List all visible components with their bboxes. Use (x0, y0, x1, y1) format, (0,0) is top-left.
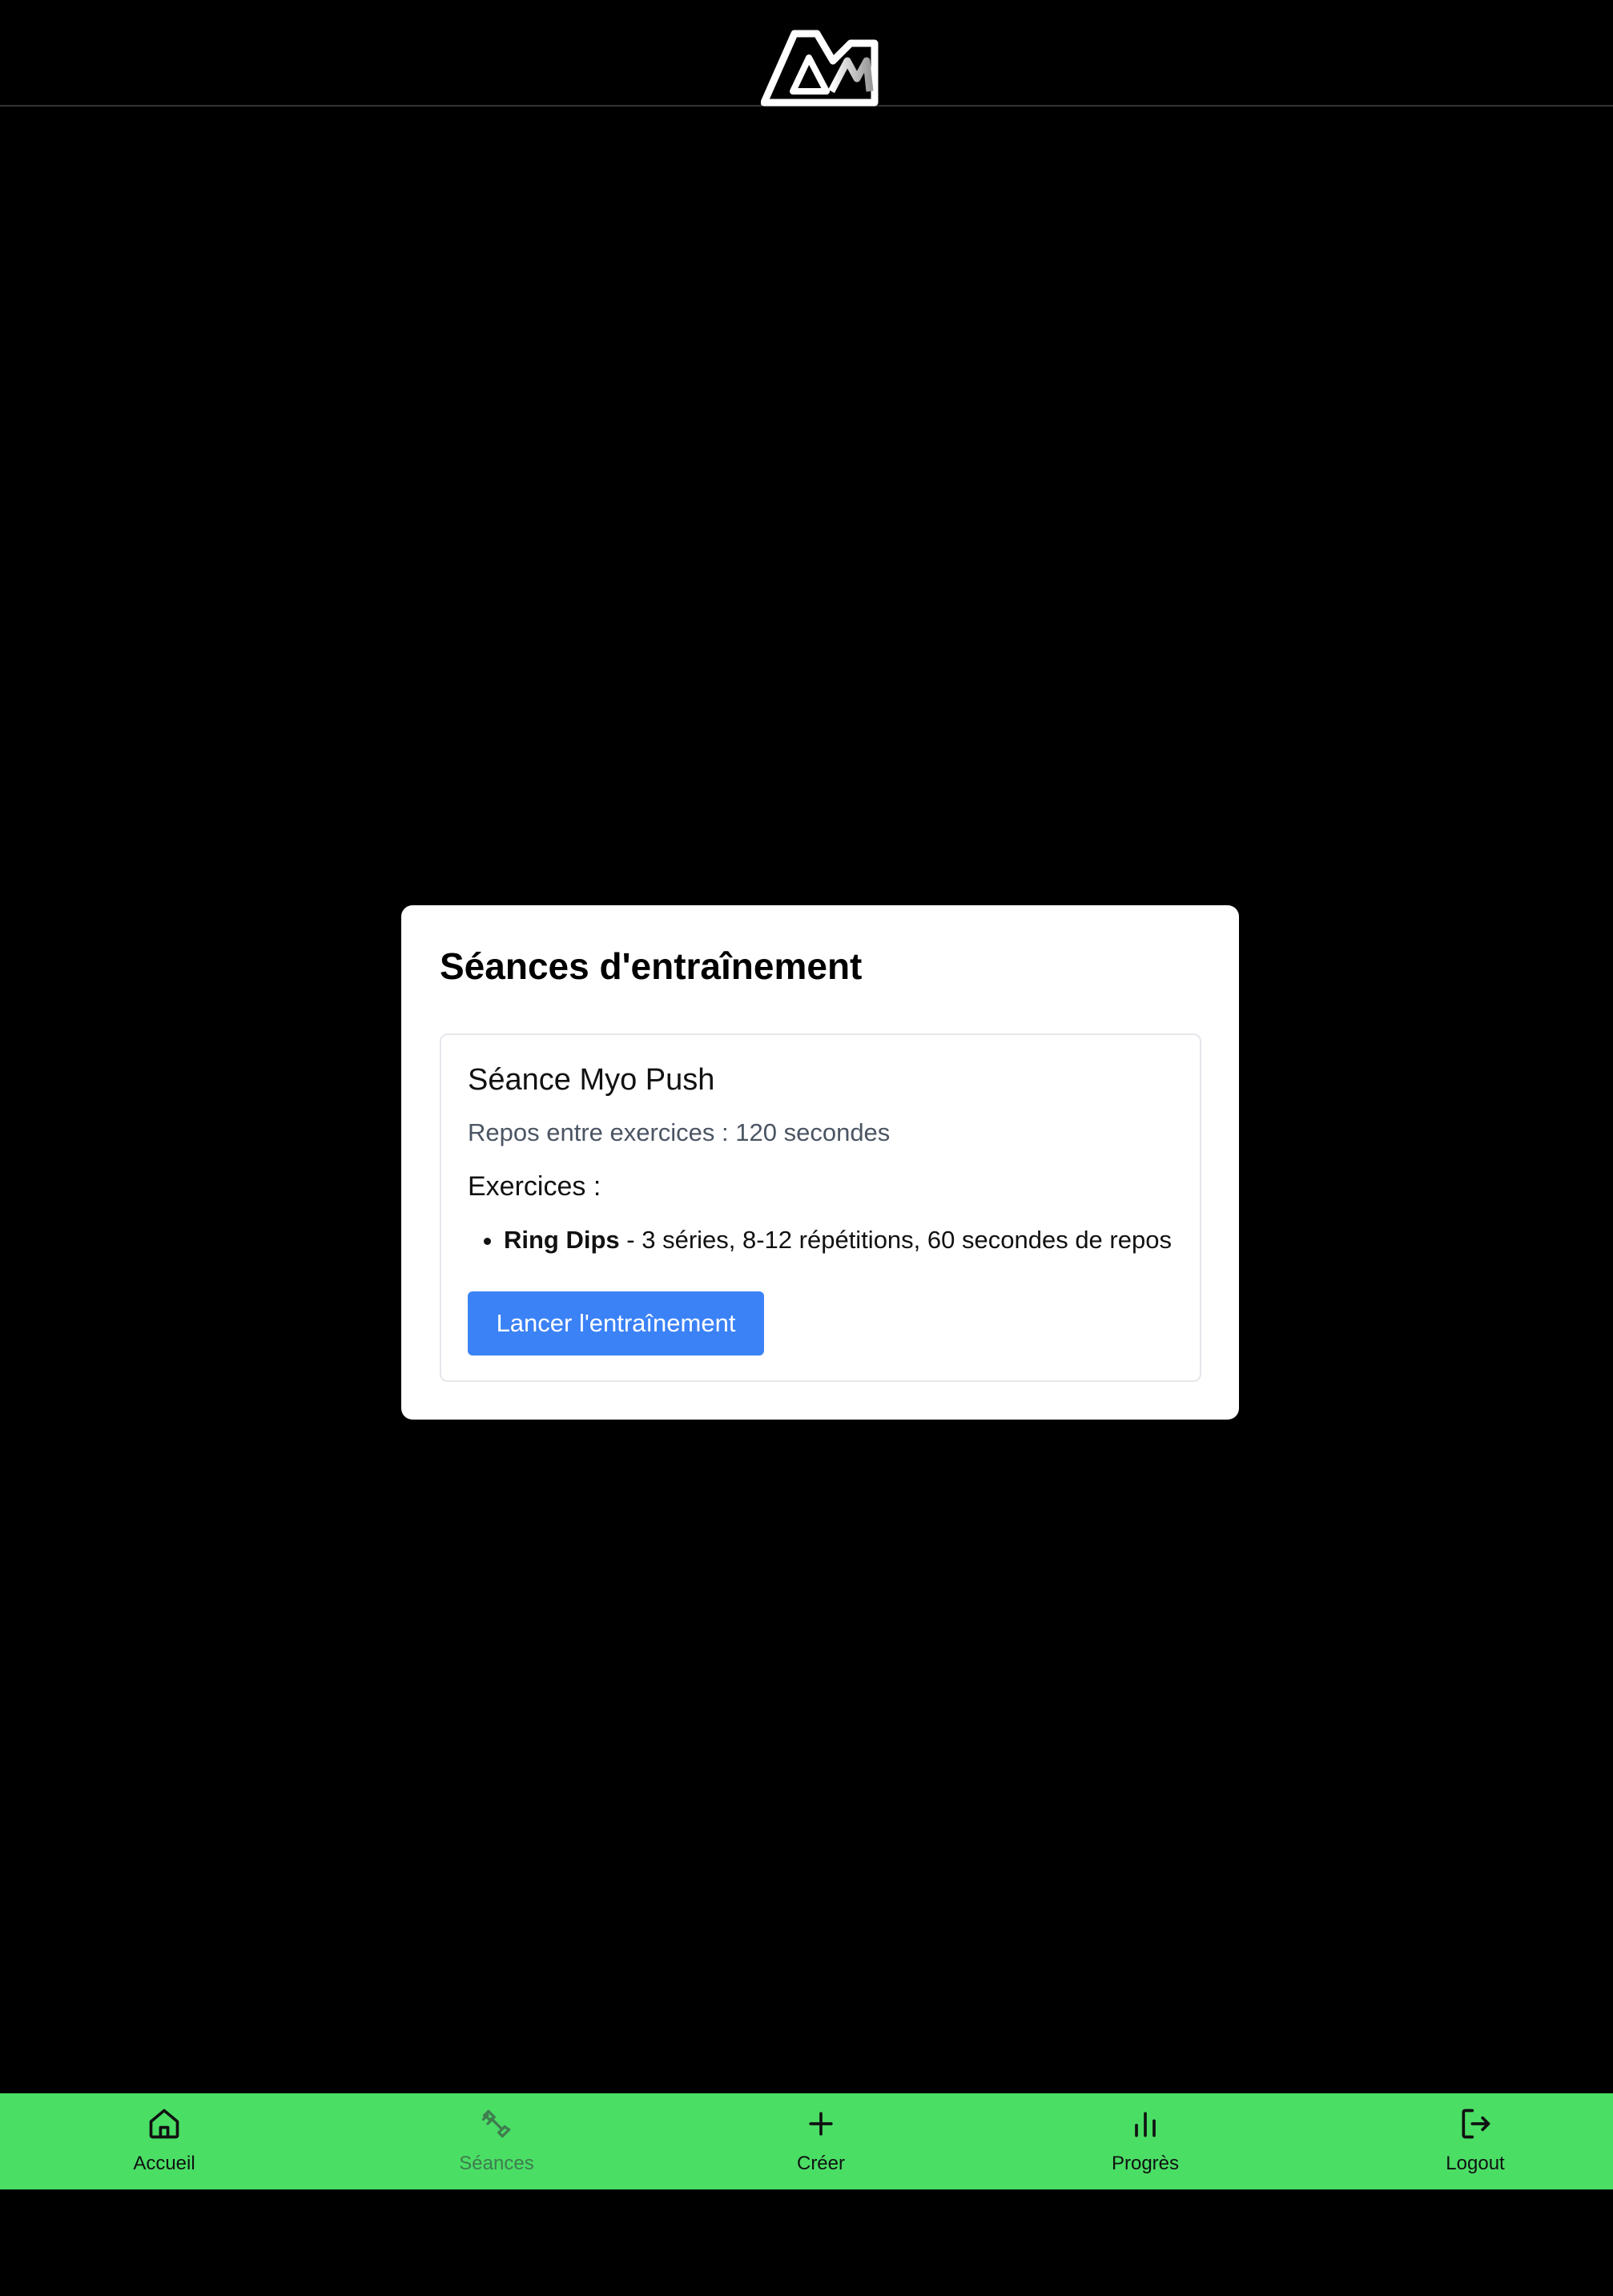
logout-icon (1462, 2109, 1490, 2139)
top-bar (0, 0, 1613, 107)
nav-label: Accueil (133, 2153, 195, 2174)
plus-icon (809, 2112, 833, 2136)
session-card: Séance Myo Push Repos entre exercices : … (440, 1033, 1201, 1382)
dumbbell-icon (481, 2109, 511, 2138)
exercises-heading: Exercices : (468, 1170, 601, 1202)
list-item: Ring Dips - 3 séries, 8-12 répétitions, … (504, 1225, 1173, 1255)
exercise-list: Ring Dips - 3 séries, 8-12 répétitions, … (468, 1225, 1173, 1255)
home-icon (149, 2109, 179, 2139)
sessions-card: Séances d'entraînement Séance Myo Push R… (401, 905, 1239, 1420)
nav-label: Séances (459, 2153, 534, 2174)
nav-item-seances[interactable]: Séances (416, 2093, 577, 2189)
bar-chart-icon (1135, 2112, 1156, 2137)
launch-workout-button[interactable]: Lancer l'entraînement (468, 1291, 764, 1355)
logo-icon[interactable] (761, 29, 881, 109)
nav-item-accueil[interactable]: Accueil (84, 2093, 244, 2189)
page: Séances d'entraînement Séance Myo Push R… (0, 0, 1613, 2296)
session-rest: Repos entre exercices : 120 secondes (468, 1118, 891, 1146)
nav-label: Créer (796, 2153, 845, 2174)
nav-item-progres[interactable]: Progrès (1065, 2093, 1225, 2189)
nav-item-creer[interactable]: Créer (741, 2093, 901, 2189)
exercise-details: - 3 séries, 8-12 répétitions, 60 seconde… (619, 1225, 1172, 1254)
page-title: Séances d'entraînement (440, 945, 863, 987)
session-title: Séance Myo Push (468, 1063, 715, 1097)
nav-label: Progrès (1111, 2153, 1180, 2174)
nav-item-logout[interactable]: Logout (1395, 2093, 1555, 2189)
bottom-nav: Accueil Séances Créer Progrès Logout (0, 2093, 1613, 2189)
nav-label: Logout (1446, 2153, 1505, 2174)
exercise-name: Ring Dips (504, 1225, 620, 1254)
